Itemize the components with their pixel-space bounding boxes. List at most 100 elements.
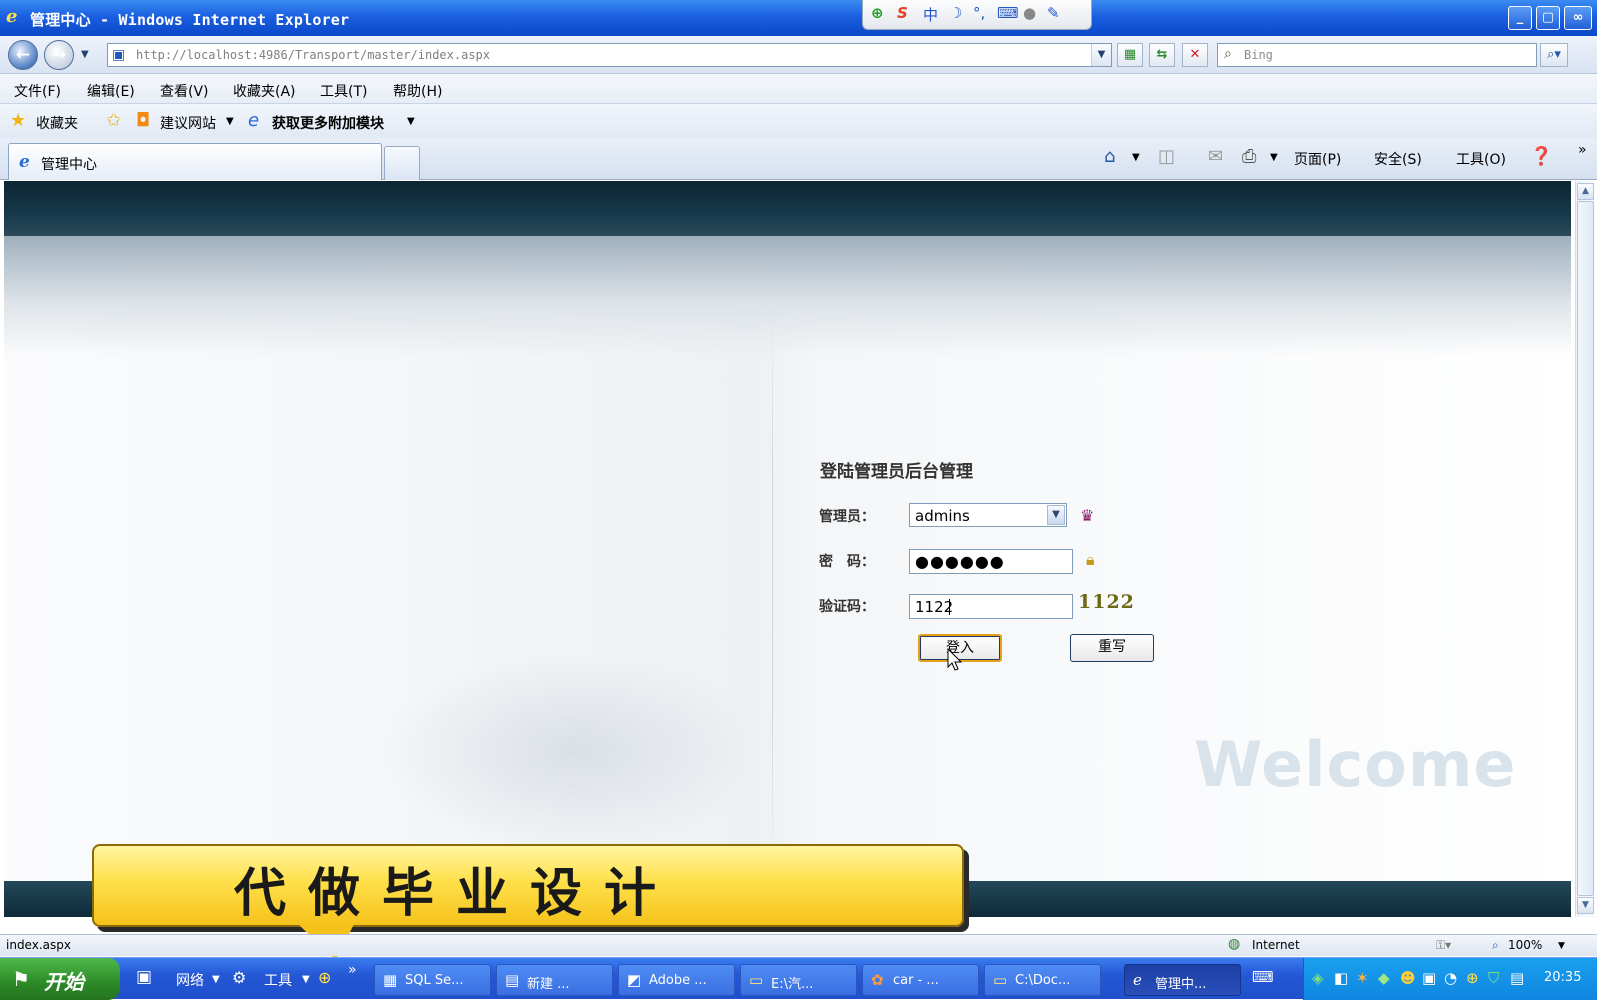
address-dropdown-icon[interactable]: ▼ [1091, 44, 1111, 66]
captcha-field[interactable]: 1122 [909, 594, 1073, 619]
task-car[interactable]: ✿ car - ... [862, 964, 979, 996]
network-dropdown-icon[interactable]: ▼ [212, 974, 220, 985]
task-adobe[interactable]: ◩ Adobe ... [618, 964, 735, 996]
reset-button[interactable]: 重写 [1070, 634, 1154, 662]
addon-plus-icon[interactable]: ⊕ [318, 968, 331, 987]
protected-mode-icon[interactable]: ⚿▾ [1436, 938, 1451, 953]
volume-icon[interactable]: ◔ [1444, 969, 1457, 987]
read-mail-icon[interactable]: ✉ [1208, 146, 1223, 167]
task-ie-management[interactable]: e 管理中... [1124, 964, 1241, 996]
qq-icon[interactable]: ☻ [1400, 969, 1416, 987]
forward-button[interactable]: → [44, 40, 74, 70]
add-favorite-icon[interactable]: ✩ [106, 110, 121, 131]
tools-dropdown-icon[interactable]: ▼ [302, 974, 310, 985]
quick-network[interactable]: 网络 [176, 970, 204, 990]
menu-file[interactable]: 文件(F) [14, 81, 61, 101]
task-new[interactable]: ▤ 新建 ... [496, 964, 613, 996]
ime-user-icon[interactable]: ● [1023, 4, 1036, 22]
captcha-image[interactable]: 1122 [1078, 591, 1135, 613]
refresh-button[interactable]: ⇆ [1149, 43, 1175, 67]
print-icon[interactable]: ⎙ [1242, 146, 1256, 167]
tab-management-center[interactable]: e 管理中心 [8, 143, 382, 180]
print-dropdown-icon[interactable]: ▼ [1270, 152, 1278, 163]
ime-moon-icon[interactable]: ☽ [949, 4, 962, 22]
tray-icon-display[interactable]: ▤ [1510, 969, 1524, 987]
suggested-sites-icon: ◘ [136, 110, 151, 131]
keyboard-icon[interactable]: ⌨ [1252, 968, 1274, 986]
new-tab-button[interactable] [384, 146, 420, 180]
favorites-bar: ★ 收藏夹 ✩ ◘ 建议网站 ▼ e 获取更多附加模块 ▼ [0, 104, 1597, 138]
ime-toolbar[interactable]: ⊕ S 中 ☽ °, ⌨ ● ✎ [862, 0, 1092, 30]
status-text: index.aspx [6, 938, 71, 952]
menu-help[interactable]: 帮助(H) [393, 81, 442, 101]
menu-view[interactable]: 查看(V) [160, 81, 209, 101]
feeds-icon[interactable]: ◫ [1158, 146, 1175, 167]
vertical-scrollbar[interactable]: ▲ ▼ [1575, 181, 1595, 917]
search-placeholder[interactable]: Bing [1244, 48, 1273, 62]
home-dropdown-icon[interactable]: ▼ [1132, 152, 1140, 163]
favorites-star-icon[interactable]: ★ [10, 110, 26, 131]
shield-icon[interactable]: ⛉ [1488, 969, 1499, 987]
home-icon[interactable]: ⌂ [1104, 146, 1115, 167]
task-sql[interactable]: ▦ SQL Se... [374, 964, 491, 996]
address-url[interactable]: http://localhost:4986/Transport/master/i… [136, 48, 490, 62]
scroll-thumb[interactable] [1577, 201, 1594, 896]
suggested-sites-dropdown-icon[interactable]: ▼ [226, 116, 234, 127]
task-folder-e[interactable]: ▭ E:\汽... [740, 964, 857, 996]
tray-icon-4[interactable]: ◆ [1378, 969, 1390, 987]
get-addons-link[interactable]: 获取更多附加模块 [272, 113, 384, 133]
clock[interactable]: 20:35 [1544, 970, 1581, 985]
command-overflow-icon[interactable]: » [1578, 142, 1587, 158]
menu-edit[interactable]: 编辑(E) [87, 81, 135, 101]
quicklaunch-icon[interactable]: ▣ [136, 967, 152, 987]
chevron-down-icon[interactable]: ▼ [1047, 505, 1065, 525]
users-icon: ♛ [1080, 506, 1095, 525]
ime-wrench-icon[interactable]: ✎ [1047, 4, 1060, 22]
tray-icon-1[interactable]: ◈ [1312, 969, 1324, 987]
stop-button[interactable]: ✕ [1182, 43, 1208, 67]
scroll-up-icon[interactable]: ▲ [1577, 183, 1594, 200]
start-button[interactable]: ⚑ 开始 [0, 958, 120, 1000]
address-bar[interactable]: ▣ http://localhost:4986/Transport/master… [107, 43, 1112, 67]
network-tray-icon[interactable]: ▣ [1422, 969, 1436, 987]
zoom-dropdown-icon[interactable]: ▼ [1558, 941, 1565, 951]
favorites-button[interactable]: 收藏夹 [36, 113, 78, 133]
tools-menu[interactable]: 工具(O) [1456, 149, 1506, 169]
plus-tray-icon[interactable]: ⊕ [1466, 969, 1479, 987]
quick-tools[interactable]: 工具 [264, 970, 292, 990]
tray-icon-3[interactable]: ✶ [1356, 969, 1369, 987]
menu-favorites[interactable]: 收藏夹(A) [233, 81, 296, 101]
ie-logo-icon: e [1133, 971, 1142, 989]
task-folder-c[interactable]: ▭ C:\Doc... [984, 964, 1101, 996]
menu-tools[interactable]: 工具(T) [320, 81, 367, 101]
zoom-level[interactable]: 100% [1508, 938, 1542, 952]
mouse-cursor-icon [947, 648, 963, 671]
window-title-bar[interactable]: e 管理中心 - Windows Internet Explorer ⊕ S 中… [0, 0, 1597, 36]
tray-icon-2[interactable]: ◧ [1334, 969, 1348, 987]
safety-menu[interactable]: 安全(S) [1374, 149, 1422, 169]
suggested-sites-link[interactable]: 建议网站 [160, 113, 216, 133]
security-zone[interactable]: Internet [1252, 938, 1300, 952]
qq-cloud-icon[interactable]: ∞ [1564, 6, 1592, 30]
minimize-button[interactable]: _ [1508, 6, 1532, 30]
help-icon[interactable]: ❓ [1530, 146, 1552, 167]
tools-gear-icon[interactable]: ⚙ [232, 968, 246, 987]
ime-keyboard-icon[interactable]: ⌨ [997, 4, 1019, 22]
ime-punct-icon[interactable]: °, [973, 4, 985, 22]
quicklaunch-overflow-icon[interactable]: » [348, 962, 357, 978]
promo-banner: 代做毕业设计 [92, 844, 964, 927]
search-box[interactable]: ⌕ Bing [1217, 43, 1537, 67]
ime-add-icon[interactable]: ⊕ [871, 4, 884, 22]
maximize-button[interactable]: ▢ [1536, 6, 1560, 30]
password-field[interactable]: ●●●●●● [909, 549, 1073, 574]
page-menu[interactable]: 页面(P) [1294, 149, 1341, 169]
history-dropdown-icon[interactable]: ▼ [81, 49, 89, 60]
ime-mode-toggle[interactable]: 中 [923, 4, 938, 25]
admin-select[interactable]: admins ▼ [909, 503, 1067, 527]
zoom-icon: ⌕ [1492, 938, 1499, 952]
addons-dropdown-icon[interactable]: ▼ [407, 116, 415, 127]
search-go-button[interactable]: ⌕▾ [1540, 43, 1568, 67]
compatibility-view-button[interactable]: ▦ [1117, 43, 1143, 67]
back-button[interactable]: ← [8, 40, 38, 70]
scroll-down-icon[interactable]: ▼ [1577, 897, 1594, 914]
